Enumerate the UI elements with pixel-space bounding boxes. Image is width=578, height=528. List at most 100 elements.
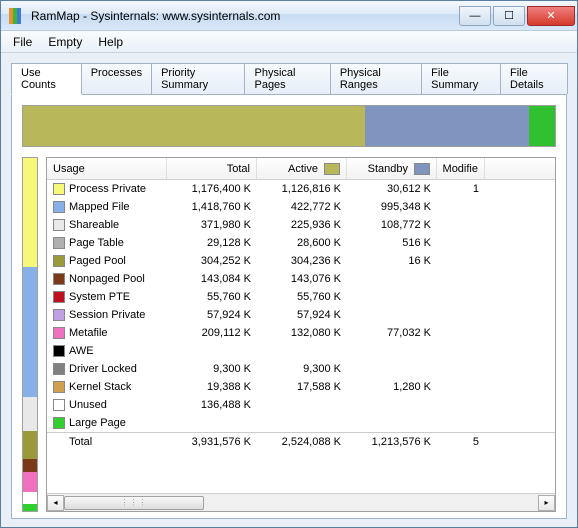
table-row[interactable]: Mapped File1,418,760 K422,772 K995,348 K	[47, 198, 555, 216]
usage-chart	[22, 105, 556, 147]
row-swatch	[53, 201, 65, 213]
table-row[interactable]: Shareable371,980 K225,936 K108,772 K	[47, 216, 555, 234]
table-row[interactable]: System PTE55,760 K55,760 K	[47, 288, 555, 306]
table-header: Usage Total Active Standby Modifie	[47, 158, 555, 180]
cell-standby: 995,348 K	[347, 201, 437, 213]
col-active[interactable]: Active	[257, 158, 347, 179]
tab-panel: Usage Total Active Standby Modifie Proce…	[11, 94, 567, 519]
titlebar[interactable]: RamMap - Sysinternals: www.sysinternals.…	[1, 1, 577, 31]
table-row[interactable]: Driver Locked9,300 K9,300 K	[47, 360, 555, 378]
cell-standby: 30,612 K	[347, 183, 437, 195]
cell-standby: 108,772 K	[347, 219, 437, 231]
cell-active: 55,760 K	[257, 291, 347, 303]
row-name: Driver Locked	[69, 363, 137, 375]
strip-paged_pool	[23, 431, 37, 459]
table-row[interactable]: Kernel Stack19,388 K17,588 K1,280 K	[47, 378, 555, 396]
table-row-total[interactable]: Total3,931,576 K2,524,088 K1,213,576 K5	[47, 432, 555, 450]
client-area: Use CountsProcessesPriority SummaryPhysi…	[1, 53, 577, 527]
menu-file[interactable]: File	[5, 33, 40, 51]
window: RamMap - Sysinternals: www.sysinternals.…	[0, 0, 578, 528]
cell-active: 9,300 K	[257, 363, 347, 375]
scroll-track[interactable]: ⋮⋮⋮	[64, 495, 538, 511]
strip-unused	[23, 492, 37, 504]
cell-total: 304,252 K	[167, 255, 257, 267]
usage-table: Usage Total Active Standby Modifie Proce…	[46, 157, 556, 512]
cell-total: 3,931,576 K	[167, 436, 257, 448]
table-body: Process Private 1,176,400 K1,126,816 K30,…	[47, 180, 555, 493]
cell-active: 143,076 K	[257, 273, 347, 285]
scroll-left-arrow[interactable]: ◂	[47, 495, 64, 511]
row-name: Mapped File	[69, 201, 130, 213]
col-total[interactable]: Total	[167, 158, 257, 179]
table-row[interactable]: Process Private 1,176,400 K1,126,816 K30,…	[47, 180, 555, 198]
tab-file-details[interactable]: File Details	[500, 63, 568, 94]
cell-total: 1,418,760 K	[167, 201, 257, 213]
strip-large_page	[23, 504, 37, 511]
menu-empty[interactable]: Empty	[40, 33, 90, 51]
cell-active: 57,924 K	[257, 309, 347, 321]
col-modified[interactable]: Modifie	[437, 158, 485, 179]
tab-priority-summary[interactable]: Priority Summary	[151, 63, 245, 94]
col-standby[interactable]: Standby	[347, 158, 437, 179]
cell-active: 304,236 K	[257, 255, 347, 267]
table-row[interactable]: Unused 136,488 K	[47, 396, 555, 414]
cell-total: 143,084 K	[167, 273, 257, 285]
cell-standby: 16 K	[347, 255, 437, 267]
cell-active: 2,524,088 K	[257, 436, 347, 448]
tab-strip: Use CountsProcessesPriority SummaryPhysi…	[11, 63, 567, 94]
menu-help[interactable]: Help	[90, 33, 131, 51]
cell-active: 132,080 K	[257, 327, 347, 339]
cell-total: 136,488 K	[167, 399, 257, 411]
row-name: Page Table	[69, 237, 124, 249]
cell-total: 209,112 K	[167, 327, 257, 339]
row-swatch	[53, 273, 65, 285]
row-swatch	[53, 417, 65, 429]
strip-metafile	[23, 472, 37, 491]
row-name: Kernel Stack	[69, 381, 131, 393]
row-swatch	[53, 345, 65, 357]
cell-active: 1,126,816 K	[257, 183, 347, 195]
row-swatch	[53, 327, 65, 339]
close-button[interactable]: ✕	[527, 6, 575, 26]
cell-total: 29,128 K	[167, 237, 257, 249]
scroll-right-arrow[interactable]: ▸	[538, 495, 555, 511]
strip-shareable	[23, 397, 37, 431]
cell-standby: 1,213,576 K	[347, 436, 437, 448]
chart-seg-other	[529, 106, 555, 146]
table-row[interactable]: Page Table29,128 K28,600 K516 K	[47, 234, 555, 252]
table-row[interactable]: Metafile209,112 K132,080 K77,032 K	[47, 324, 555, 342]
tab-physical-ranges[interactable]: Physical Ranges	[330, 63, 422, 94]
row-name: Unused	[69, 399, 107, 411]
window-title: RamMap - Sysinternals: www.sysinternals.…	[31, 9, 457, 23]
table-row[interactable]: Session Private57,924 K57,924 K	[47, 306, 555, 324]
cell-modified: 5	[437, 436, 485, 448]
table-row[interactable]: Nonpaged Pool 143,084 K143,076 K	[47, 270, 555, 288]
strip-process_private	[23, 158, 37, 267]
minimize-button[interactable]: —	[459, 6, 491, 26]
strip-mapped_file	[23, 267, 37, 398]
tab-physical-pages[interactable]: Physical Pages	[244, 63, 330, 94]
row-swatch	[53, 255, 65, 267]
col-usage[interactable]: Usage	[47, 158, 167, 179]
table-row[interactable]: Paged Pool 304,252 K304,236 K16 K	[47, 252, 555, 270]
scroll-thumb[interactable]: ⋮⋮⋮	[64, 496, 204, 510]
row-name: Process Private	[69, 183, 146, 195]
row-name: Paged Pool	[69, 255, 126, 267]
row-name: Nonpaged Pool	[69, 273, 145, 285]
row-name: AWE	[69, 345, 94, 357]
cell-active: 225,936 K	[257, 219, 347, 231]
row-swatch	[53, 183, 65, 195]
table-row[interactable]: Large Page	[47, 414, 555, 432]
tab-processes[interactable]: Processes	[81, 63, 152, 94]
row-swatch	[53, 399, 65, 411]
tab-file-summary[interactable]: File Summary	[421, 63, 501, 94]
tab-use-counts[interactable]: Use Counts	[11, 63, 82, 95]
cell-standby: 77,032 K	[347, 327, 437, 339]
menubar: File Empty Help	[1, 31, 577, 53]
horizontal-scrollbar[interactable]: ◂ ⋮⋮⋮ ▸	[47, 493, 555, 511]
table-row[interactable]: AWE	[47, 342, 555, 360]
maximize-button[interactable]: ☐	[493, 6, 525, 26]
cell-total: 1,176,400 K	[167, 183, 257, 195]
cell-total: 57,924 K	[167, 309, 257, 321]
active-swatch	[324, 163, 340, 175]
